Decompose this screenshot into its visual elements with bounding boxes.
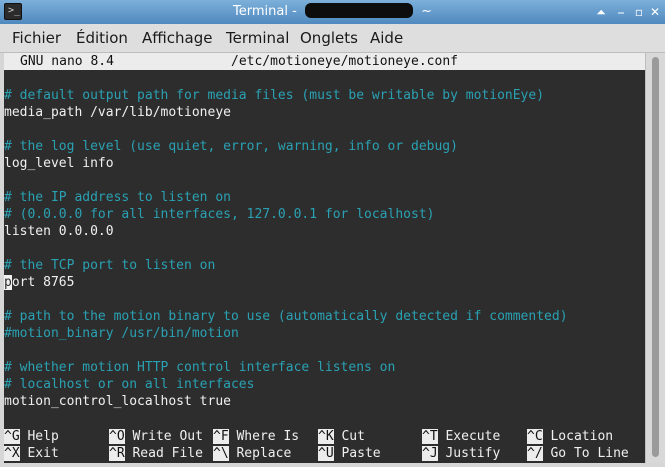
minimize-button[interactable]: ⎯ (612, 3, 630, 21)
shortcut-key: ^/ (527, 446, 543, 461)
shortcut-key: ^G (4, 429, 20, 444)
shortcut-label: Go To Line (550, 446, 629, 461)
menu-terminal[interactable]: Terminal (226, 28, 289, 48)
shortcut-read-file: ^R Read File (109, 445, 203, 462)
shortcut-key: ^X (4, 446, 20, 461)
editor-line: # localhost or on all interfaces (4, 376, 645, 393)
editor-line: listen 0.0.0.0 (4, 223, 645, 240)
shortcut-key: ^O (109, 429, 125, 444)
shortcut-exit: ^X Exit (4, 445, 59, 462)
window-title-suffix: ~ (416, 4, 432, 19)
shortcut-justify: ^J Justify (422, 445, 500, 462)
editor-line: motion_control_localhost true (4, 393, 645, 410)
shortcut-replace: ^\ Replace (213, 445, 291, 462)
shade-icon: ⏶ (596, 5, 606, 19)
comment-line-text: #motion_binary /usr/bin/motion (4, 326, 239, 341)
redacted-hostname (304, 3, 413, 18)
shortcut-key: ^R (109, 446, 125, 461)
editor-line: port 8765 (4, 274, 645, 291)
shortcut-label: Execute (445, 429, 501, 444)
menubar: Fichier Édition Affichage Terminal Ongle… (0, 24, 665, 53)
editor-line: # the IP address to listen on (4, 189, 645, 206)
shortcut-paste: ^U Paste (318, 445, 381, 462)
close-button[interactable]: ✕ (646, 3, 664, 21)
shortcut-key: ^U (318, 446, 334, 461)
shortcut-key: ^\ (213, 446, 229, 461)
editor-line: # path to the motion binary to use (auto… (4, 308, 645, 325)
config-line-text: listen 0.0.0.0 (4, 224, 114, 239)
shortcut-label: Location (550, 429, 614, 444)
editor-line: log_level info (4, 155, 645, 172)
editor-line: #motion_binary /usr/bin/motion (4, 325, 645, 342)
scrollbar-thumb[interactable] (652, 57, 659, 457)
editor-line: # (0.0.0.0 for all interfaces, 127.0.0.1… (4, 206, 645, 223)
shortcut-label: Replace (236, 446, 292, 461)
shortcut-write-out: ^O Write Out (109, 428, 203, 445)
window-title: Terminal - ~ (0, 0, 665, 24)
nano-version: GNU nano 8.4 (20, 54, 114, 69)
editor-line: # default output path for media files (m… (4, 87, 645, 104)
comment-line-text: # the TCP port to listen on (4, 258, 216, 273)
shortcut-label: Cut (341, 429, 365, 444)
shortcut-execute: ^T Execute (422, 428, 500, 445)
shortcut-label: Help (27, 429, 59, 444)
comment-line-text: # whether motion HTTP control interface … (4, 360, 396, 375)
shortcut-key: ^J (422, 446, 438, 461)
minimize-icon: ⎯ (617, 5, 624, 19)
comment-line-text: # (0.0.0.0 for all interfaces, 127.0.0.1… (4, 207, 435, 222)
shortcut-label: Exit (27, 446, 59, 461)
menu-affichage[interactable]: Affichage (142, 28, 212, 48)
shortcut-location: ^C Location (527, 428, 613, 445)
shortcut-label: Read File (132, 446, 203, 461)
editor-line: # the log level (use quiet, error, warni… (4, 138, 645, 155)
menu-aide[interactable]: Aide (370, 28, 403, 48)
config-line-text: ort 8765 (11, 275, 75, 290)
comment-line-text: # the IP address to listen on (4, 190, 231, 205)
shortcut-key: ^K (318, 429, 334, 444)
shortcut-key: ^F (213, 429, 229, 444)
config-line-text: media_path /var/lib/motioneye (4, 105, 231, 120)
config-line-text: log_level info (4, 156, 114, 171)
nano-filename: /etc/motioneye/motioneye.conf (231, 54, 458, 69)
menu-edition[interactable]: Édition (76, 28, 128, 48)
menu-onglets[interactable]: Onglets (300, 28, 358, 48)
shade-button[interactable]: ⏶ (592, 3, 610, 21)
text-cursor: p (4, 275, 12, 290)
comment-line-text: # path to the motion binary to use (auto… (4, 309, 568, 324)
shortcut-label: Paste (341, 446, 381, 461)
shortcut-label: Justify (445, 446, 501, 461)
editor-line: # the TCP port to listen on (4, 257, 645, 274)
window-title-prefix: Terminal - (233, 4, 301, 19)
shortcut-label: Where Is (236, 429, 300, 444)
menu-fichier[interactable]: Fichier (12, 28, 61, 48)
config-line-text: motion_control_localhost true (4, 394, 231, 409)
comment-line-text: # localhost or on all interfaces (4, 377, 255, 392)
shortcut-go-to-line: ^/ Go To Line (527, 445, 629, 462)
terminal-scrollbar[interactable] (645, 53, 665, 463)
comment-line-text: # the log level (use quiet, error, warni… (4, 139, 458, 154)
window-titlebar[interactable]: >_ Terminal - ~ ⏶ ⎯ ▫ ✕ (0, 0, 665, 24)
nano-header-bar: GNU nano 8.4 /etc/motioneye/motioneye.co… (4, 53, 645, 70)
shortcut-cut: ^K Cut (318, 428, 365, 445)
editor-line: # whether motion HTTP control interface … (4, 359, 645, 376)
shortcut-key: ^T (422, 429, 438, 444)
shortcut-label: Write Out (132, 429, 203, 444)
shortcut-where-is: ^F Where Is (213, 428, 299, 445)
terminal-view[interactable]: GNU nano 8.4 /etc/motioneye/motioneye.co… (4, 53, 645, 463)
maximize-icon: ▫ (634, 5, 644, 19)
shortcut-help: ^G Help (4, 428, 59, 445)
comment-line-text: # default output path for media files (m… (4, 88, 545, 103)
close-icon: ✕ (649, 5, 661, 19)
editor-line: media_path /var/lib/motioneye (4, 104, 645, 121)
shortcut-key: ^C (527, 429, 543, 444)
